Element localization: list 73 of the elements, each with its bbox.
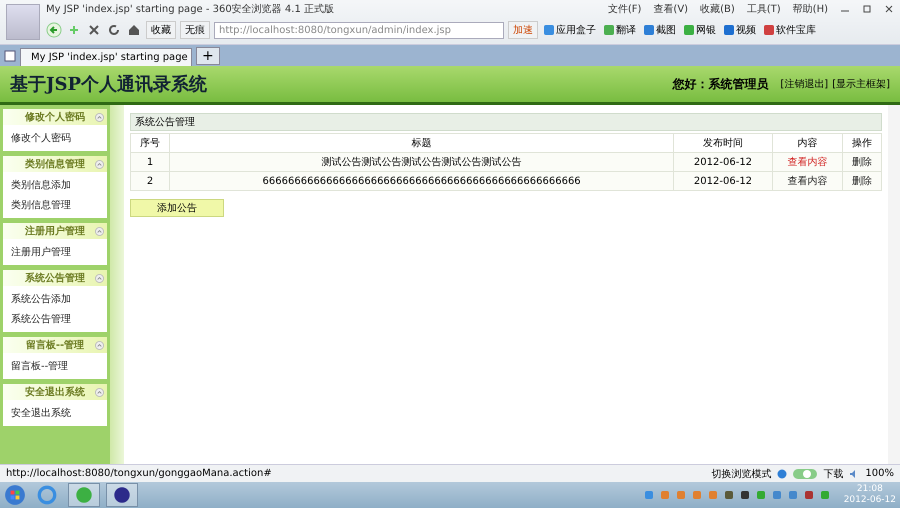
column-header: 操作: [842, 134, 882, 152]
header-link[interactable]: [显示主框架]: [832, 77, 890, 91]
table-cell: 2: [130, 172, 170, 190]
collapse-icon[interactable]: [95, 112, 104, 122]
menu-item[interactable]: 帮助(H): [792, 2, 828, 16]
table-cell: 测试公告测试公告测试公告测试公告测试公告: [170, 152, 674, 172]
zoom-level[interactable]: 100%: [865, 468, 894, 479]
toolbar-app-button[interactable]: 网银: [682, 23, 718, 37]
menu-item[interactable]: 查看(V): [653, 2, 688, 16]
table-cell: 1: [130, 152, 170, 172]
close-icon[interactable]: [884, 4, 894, 14]
incognito-button[interactable]: 无痕: [180, 21, 210, 39]
toolbar-app-button[interactable]: 应用盒子: [542, 23, 598, 37]
sidebar-item[interactable]: 类别信息添加: [7, 175, 103, 195]
sidebar-item[interactable]: 类别信息管理: [7, 195, 103, 215]
menu-group-header[interactable]: 类别信息管理: [3, 156, 107, 172]
column-header: 标题: [170, 134, 674, 152]
menu-item[interactable]: 工具(T): [746, 2, 781, 16]
back-icon[interactable]: [46, 22, 62, 38]
menu-group-header[interactable]: 系统公告管理: [3, 270, 107, 286]
start-button[interactable]: [4, 484, 26, 506]
toolbar-app-button[interactable]: 翻译: [602, 23, 638, 37]
download-button[interactable]: 下载: [823, 466, 844, 480]
table-cell: 2012-06-12: [674, 172, 772, 190]
menu-group-header[interactable]: 修改个人密码: [3, 109, 107, 125]
sidebar-item[interactable]: 注册用户管理: [7, 242, 103, 262]
collapse-icon[interactable]: [95, 274, 104, 282]
section-caption: 系统公告管理: [130, 113, 882, 131]
sidebar-toggle-icon[interactable]: [4, 50, 16, 62]
address-field[interactable]: http://localhost:8080/tongxun/admin/index.jsp: [214, 22, 504, 38]
toolbar-app-button[interactable]: 截图: [642, 23, 678, 37]
menu-item[interactable]: 文件(F): [608, 2, 642, 16]
toolbar-app-button[interactable]: 软件宝库: [762, 23, 818, 37]
collapse-icon[interactable]: [95, 160, 104, 168]
toolbar-app-button[interactable]: 视频: [722, 23, 758, 37]
table-cell: 66666666666666666666666666666666666666666666666666: [170, 172, 674, 190]
table-cell: 2012-06-12: [674, 152, 772, 172]
toggle-icon[interactable]: [793, 468, 818, 478]
column-header: 内容: [772, 134, 842, 152]
scrollbar[interactable]: [888, 105, 900, 464]
sidebar-item[interactable]: 系统公告添加: [7, 289, 103, 309]
eclipse-icon[interactable]: [106, 483, 138, 507]
collapse-icon[interactable]: [95, 388, 104, 396]
speedup-button[interactable]: 加速: [508, 21, 538, 39]
sidebar-item[interactable]: 留言板--管理: [7, 356, 103, 376]
column-header: 序号: [130, 134, 170, 152]
maximize-icon[interactable]: [862, 4, 872, 14]
menu-item[interactable]: 收藏(B): [700, 2, 735, 16]
collapse-icon[interactable]: [95, 226, 104, 236]
greeting-text: 您好：系统管理员: [672, 76, 768, 92]
browse-mode-button[interactable]: 切换浏览模式: [711, 466, 772, 480]
sidebar-item[interactable]: 修改个人密码: [7, 128, 103, 148]
browser-task-icon[interactable]: [68, 483, 100, 507]
clock-time: 21:08: [856, 484, 883, 495]
status-url: http://localhost:8080/tongxun/gonggaoMana.action#: [6, 468, 272, 479]
menu-group-header[interactable]: 安全退出系统: [3, 384, 107, 400]
menu-group-header[interactable]: 注册用户管理: [3, 223, 107, 239]
add-announcement-button[interactable]: 添加公告: [130, 199, 224, 217]
menu-group-header[interactable]: 留言板--管理: [3, 337, 107, 353]
favorites-button[interactable]: 收藏: [146, 21, 176, 39]
sidebar-item[interactable]: 系统公告管理: [7, 309, 103, 329]
home-icon[interactable]: [126, 22, 142, 38]
column-header: 发布时间: [674, 134, 772, 152]
browser-tab[interactable]: My JSP 'index.jsp' starting page: [20, 48, 192, 66]
page-title: 基于JSP个人通讯录系统: [10, 73, 208, 96]
clock-date: 2012-06-12: [844, 495, 896, 506]
sidebar-item[interactable]: 安全退出系统: [7, 403, 103, 423]
refresh-icon[interactable]: [106, 22, 122, 38]
collapse-icon[interactable]: [95, 340, 104, 350]
window-title: My JSP 'index.jsp' starting page - 360安全浏览器 4.1 正式版: [46, 2, 334, 16]
new-tab-button[interactable]: +: [196, 47, 220, 65]
globe-icon[interactable]: [777, 468, 788, 478]
header-link[interactable]: [注销退出]: [780, 77, 828, 91]
